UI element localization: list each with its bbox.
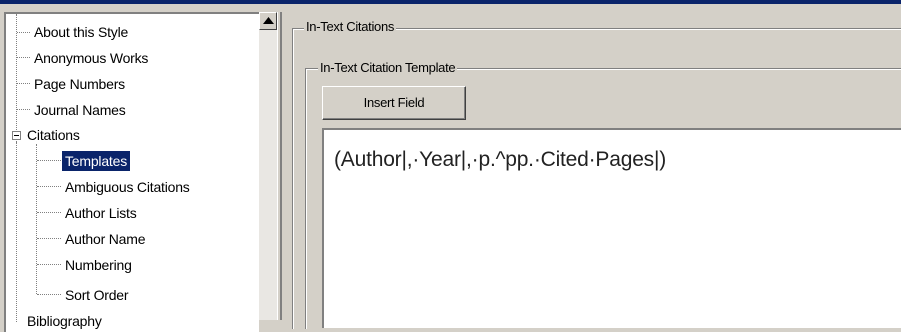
tree-item-label: About this Style [34, 24, 129, 40]
tree-item-bibliography[interactable]: Bibliography [24, 311, 105, 331]
tree-item-label: Bibliography [27, 313, 102, 329]
tree-item-label: Sort Order [65, 287, 129, 303]
tree-connector-line [37, 212, 61, 213]
tree-item-author-lists[interactable]: Author Lists [62, 203, 140, 223]
scroll-up-button[interactable] [259, 12, 277, 30]
citation-template-group-title: In-Text Citation Template [318, 60, 458, 75]
tree-item-journal-names[interactable]: Journal Names [31, 100, 129, 120]
tree-connector-line [16, 14, 17, 142]
tree-item-label: Journal Names [34, 102, 126, 118]
tree-connector-line [17, 109, 30, 110]
tree-connector-line [37, 264, 61, 265]
tree-connector-line [16, 142, 17, 322]
tree-item-label: Numbering [65, 257, 132, 273]
insert-field-button[interactable]: Insert Field [322, 86, 466, 120]
tree-item-templates[interactable]: Templates [62, 151, 131, 171]
tree-item-author-name[interactable]: Author Name [62, 229, 148, 249]
tree-connector-line [37, 160, 61, 161]
tree-item-label: Anonymous Works [34, 50, 149, 66]
tree-item-label: Page Numbers [34, 76, 125, 92]
style-tree-view[interactable]: About this Style Anonymous Works Page Nu… [4, 12, 259, 332]
tree-connector-line [36, 144, 37, 294]
tree-item-citations[interactable]: Citations [24, 125, 83, 145]
tree-connector-line [17, 32, 30, 33]
tree-connector-line [17, 57, 30, 58]
tree-item-page-numbers[interactable]: Page Numbers [31, 74, 128, 94]
panel-edge [280, 12, 282, 320]
tree-item-sort-order[interactable]: Sort Order [62, 285, 131, 305]
tree-connector-line [17, 83, 30, 84]
tree-connector-line [37, 294, 61, 295]
tree-item-label: Citations [27, 127, 80, 143]
tree-item-numbering[interactable]: Numbering [62, 255, 135, 275]
tree-item-ambiguous-citations[interactable]: Ambiguous Citations [62, 177, 193, 197]
tree-connector-line [37, 186, 61, 187]
citation-template-editor[interactable]: (Author|,·Year|,·p.^pp.·Cited·Pages|) [322, 128, 901, 328]
tree-item-anonymous-works[interactable]: Anonymous Works [31, 48, 151, 68]
tree-item-label: Author Lists [65, 205, 137, 221]
tree-connector-line [37, 238, 61, 239]
arrow-up-icon [263, 17, 274, 24]
window-top-accent [0, 0, 901, 4]
tree-item-label: Templates [62, 151, 131, 171]
tree-scrollbar[interactable] [259, 12, 277, 320]
tree-item-about-this-style[interactable]: About this Style [31, 22, 131, 42]
template-text: (Author|,·Year|,·p.^pp.·Cited·Pages|) [334, 148, 667, 171]
tree-item-label: Ambiguous Citations [65, 179, 190, 195]
tree-item-label: Author Name [65, 231, 146, 247]
template-settings-panel: In-Text Citations In-Text Citation Templ… [280, 12, 901, 329]
collapse-icon[interactable] [12, 131, 21, 140]
in-text-citations-group-title: In-Text Citations [304, 19, 397, 34]
